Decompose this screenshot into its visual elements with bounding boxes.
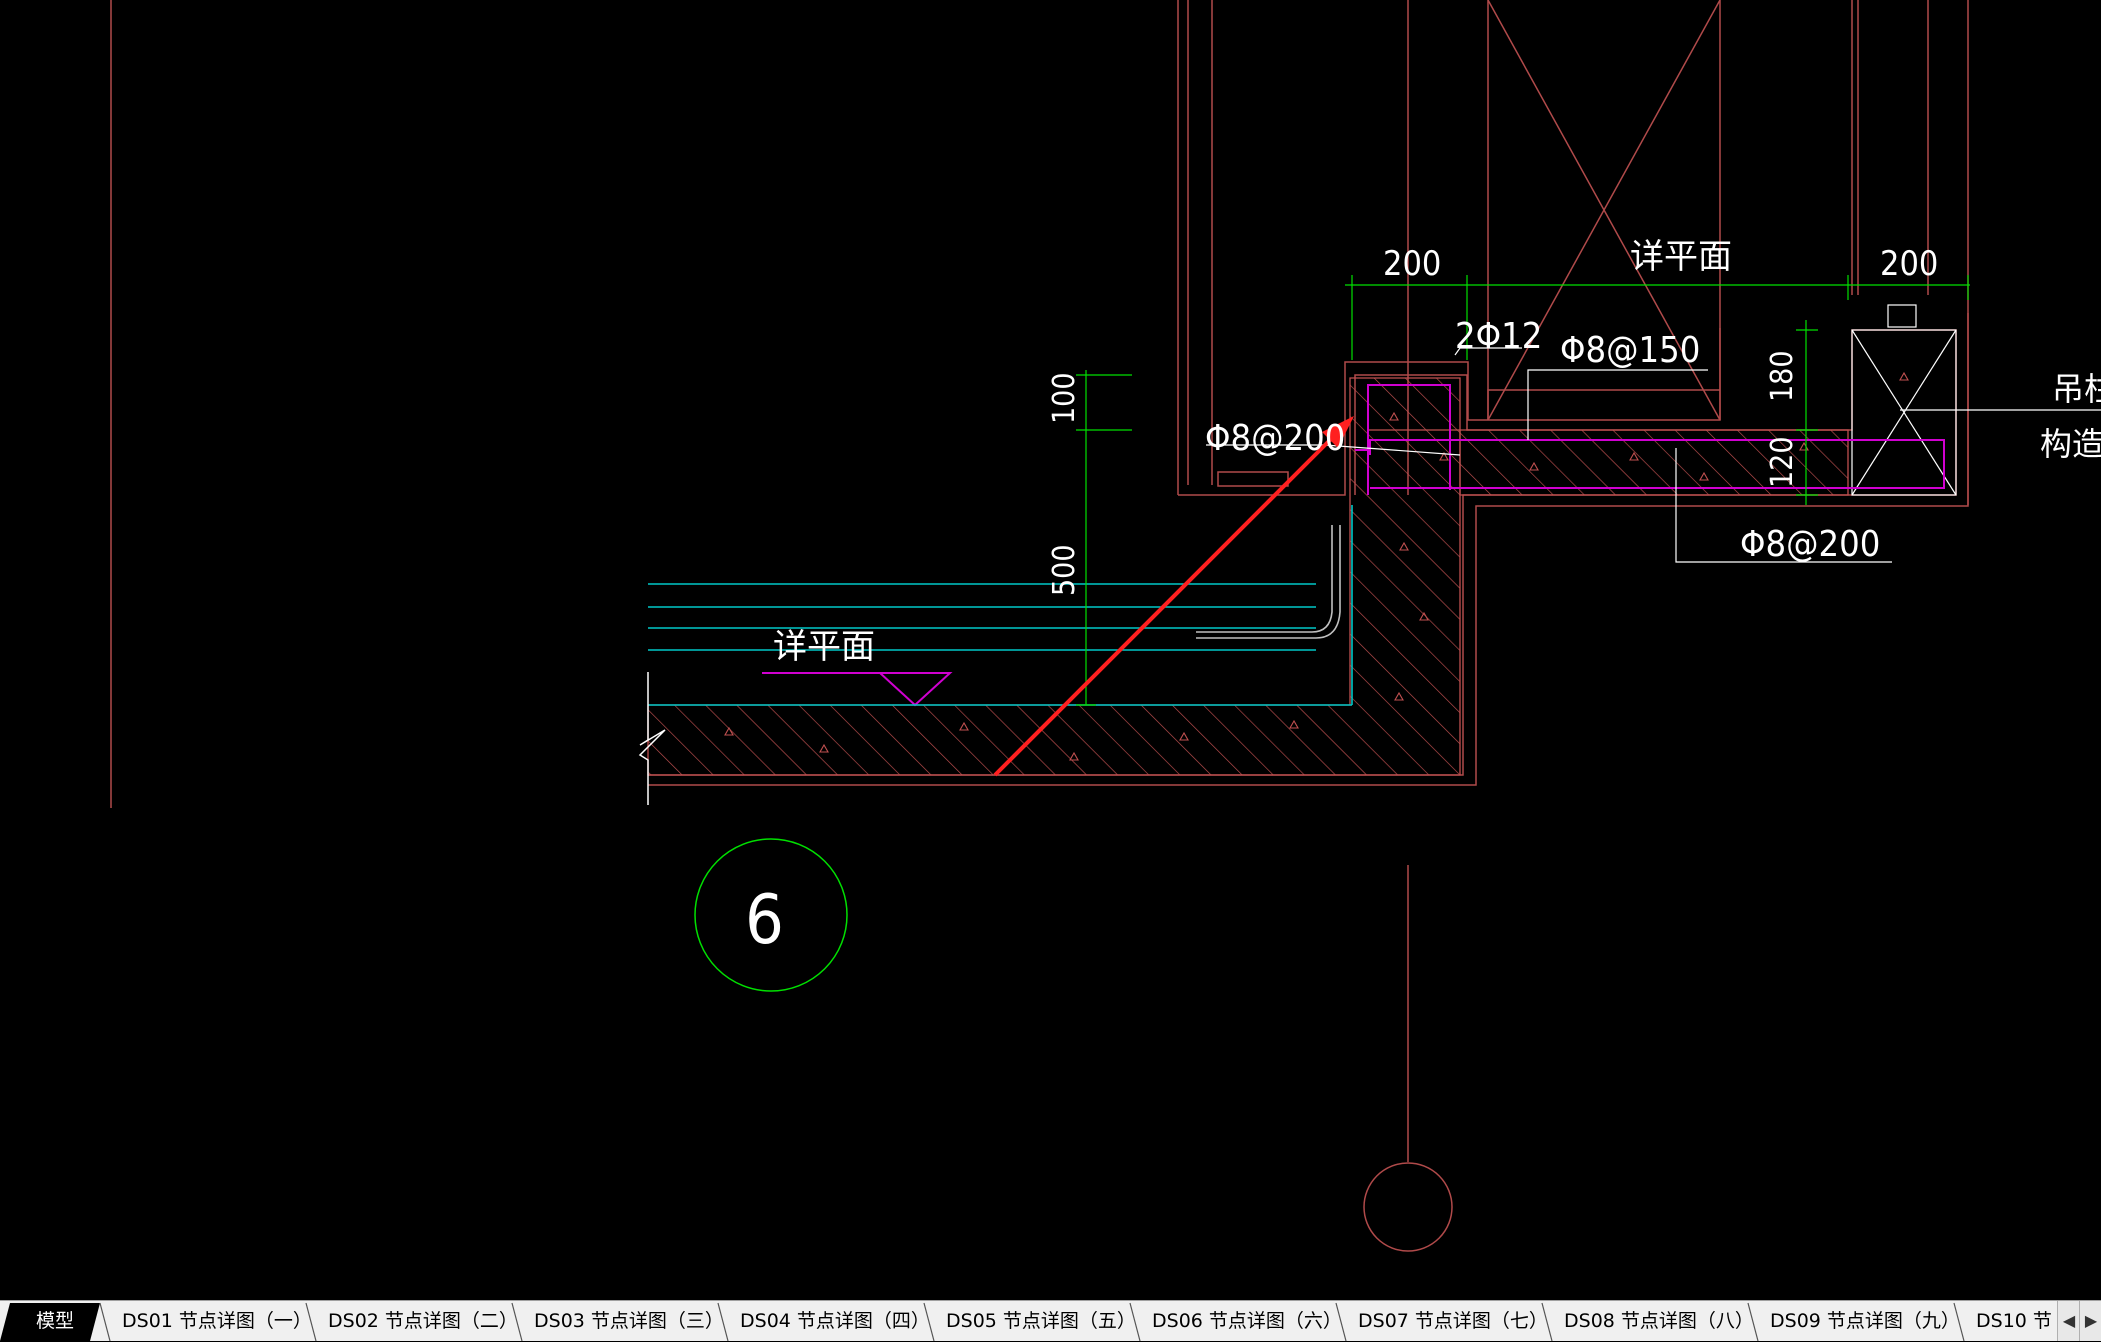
layout-tab-bar: 模型 DS01 节点详图（一） DS02 节点详图（二） DS03 节点详图（三… [0,1300,2101,1342]
rebar-2phi12: 2Φ12 [1455,316,1542,357]
rebar-phi8-150: Φ8@150 [1560,330,1700,371]
tab-ds01[interactable]: DS01 节点详图（一） [122,1303,312,1339]
tab-ds04[interactable]: DS04 节点详图（四） [740,1303,930,1339]
plan-ref-left: 详平面 [773,627,875,667]
tab-ds02[interactable]: DS02 节点详图（二） [328,1303,518,1339]
drawing-canvas[interactable]: 6 200 200 详平面 详平面 2Φ12 Φ8@150 Φ8@200 Φ8@… [0,0,2101,1300]
note-column: 吊柱下 [2052,370,2101,408]
tab-scroll-right[interactable]: ▶ [2079,1301,2101,1341]
axis-bubble [1363,1162,1453,1252]
tab-ds09[interactable]: DS09 节点详图（九） [1770,1303,1960,1339]
dim-100: 100 [1047,372,1082,424]
tab-ds03[interactable]: DS03 节点详图（三） [534,1303,724,1339]
tab-scroll-left[interactable]: ◀ [2057,1301,2080,1341]
tab-model[interactable]: 模型 [36,1303,74,1339]
rebar-phi8-200-bottom: Φ8@200 [1740,524,1880,565]
tab-ds08[interactable]: DS08 节点详图（八） [1564,1303,1754,1339]
chevron-left-icon: ◀ [2062,1311,2076,1330]
rebar-phi8-200-left: Φ8@200 [1205,418,1345,459]
finish-layers [648,505,1353,706]
tab-ds07[interactable]: DS07 节点详图（七） [1358,1303,1548,1339]
dim-200-right: 200 [1880,244,1938,284]
dim-200-left: 200 [1383,244,1441,284]
dim-500: 500 [1047,544,1082,596]
tab-ds06[interactable]: DS06 节点详图（六） [1152,1303,1342,1339]
dim-180: 180 [1765,350,1800,402]
tab-ds10[interactable]: DS10 节 [1976,1303,2052,1339]
detail-number: 6 [745,881,784,960]
tab-ds05[interactable]: DS05 节点详图（五） [946,1303,1136,1339]
chevron-right-icon: ▶ [2084,1311,2098,1330]
note-detail: 构造详 [2040,425,2101,463]
dim-120: 120 [1765,436,1800,488]
plan-ref-top: 详平面 [1630,237,1732,277]
